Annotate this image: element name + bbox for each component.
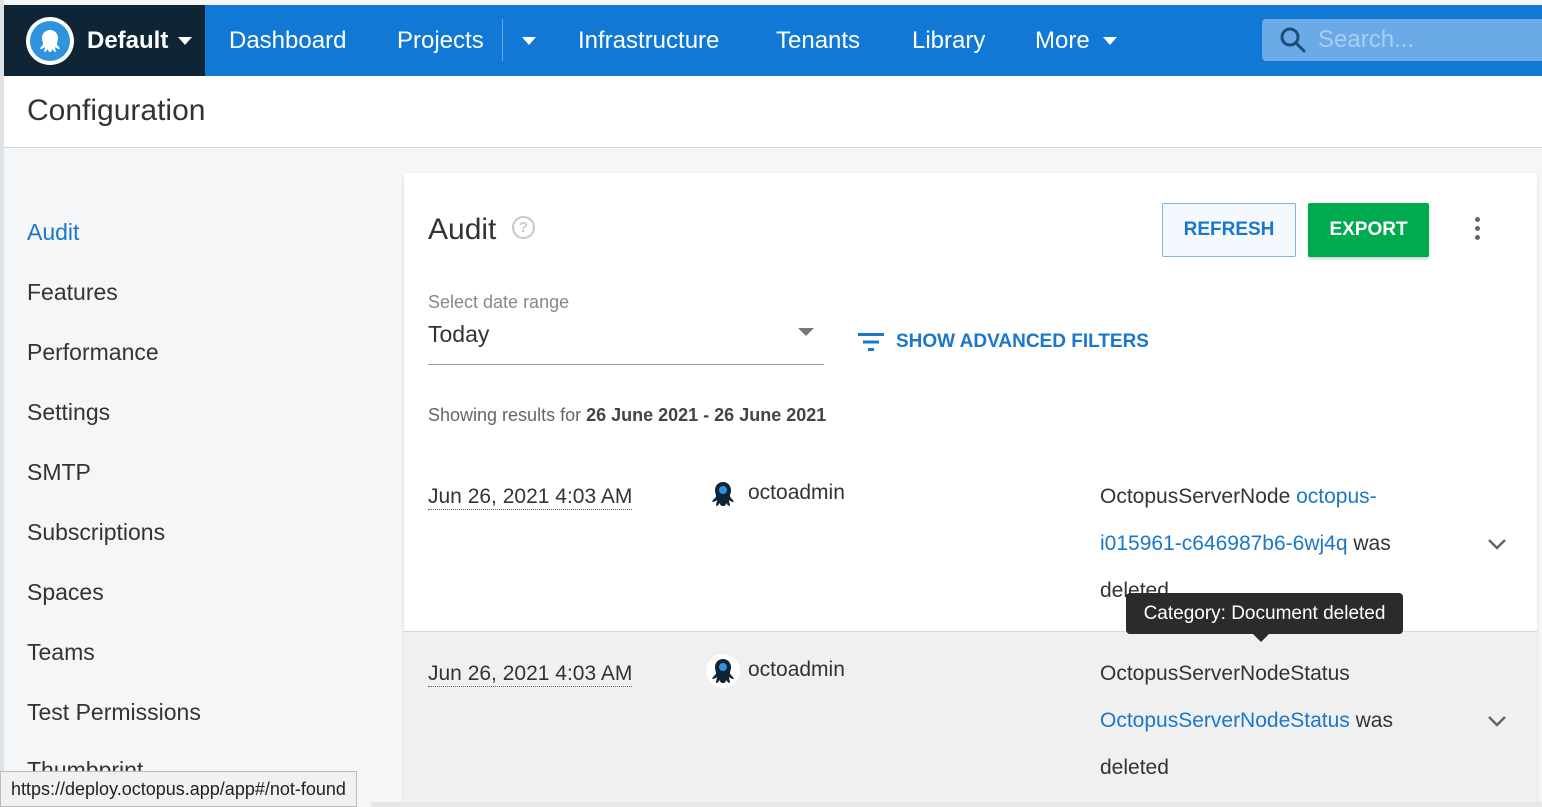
- audit-message-prefix: OctopusServerNode: [1100, 485, 1291, 508]
- chevron-down-icon: [178, 36, 193, 45]
- bottom-scroll-edge: [371, 802, 1542, 807]
- audit-user[interactable]: octoadmin: [748, 481, 845, 505]
- top-navigation-bar: Default Dashboard Projects Infrastructur…: [4, 5, 1542, 76]
- audit-date: Jun 26, 2021 4:03 AM: [428, 662, 633, 687]
- audit-message-prefix: OctopusServerNodeStatus: [1100, 662, 1350, 685]
- audit-date: Jun 26, 2021 4:03 AM: [428, 485, 633, 510]
- sidebar-item-features[interactable]: Features: [27, 279, 118, 306]
- nav-projects[interactable]: Projects: [397, 5, 484, 76]
- sidebar-item-performance[interactable]: Performance: [27, 339, 159, 366]
- nav-tenants[interactable]: Tenants: [776, 5, 860, 76]
- category-tooltip: Category: Document deleted: [1126, 593, 1403, 642]
- user-avatar-icon: [706, 477, 740, 511]
- dropdown-arrow-icon: [798, 328, 814, 336]
- browser-status-url: https://deploy.octopus.app/app#/not-foun…: [0, 771, 357, 807]
- date-range-value: Today: [428, 321, 490, 347]
- audit-card: Audit ? REFRESH EXPORT Select date range…: [404, 173, 1537, 807]
- date-range-label: Select date range: [428, 292, 570, 312]
- refresh-button[interactable]: REFRESH: [1162, 203, 1296, 257]
- projects-dropdown-icon[interactable]: [522, 37, 536, 45]
- audit-message: OctopusServerNodeStatus OctopusServerNod…: [1100, 650, 1430, 791]
- nav-infrastructure[interactable]: Infrastructure: [578, 5, 719, 76]
- audit-title: Audit: [428, 213, 497, 246]
- nav-more[interactable]: More: [1035, 5, 1090, 76]
- sidebar-item-spaces[interactable]: Spaces: [27, 579, 104, 606]
- nav-dashboard[interactable]: Dashboard: [229, 5, 346, 76]
- search-input[interactable]: Search...: [1262, 19, 1542, 61]
- audit-row[interactable]: Jun 26, 2021 4:03 AM octoadmin OctopusSe…: [404, 631, 1537, 807]
- results-date-range: 26 June 2021 - 26 June 2021: [586, 405, 827, 425]
- octopus-logo-icon: [26, 16, 74, 65]
- space-name: Default: [87, 26, 169, 54]
- sidebar-item-test-permissions[interactable]: Test Permissions: [27, 699, 201, 726]
- page-header: Configuration: [4, 76, 1542, 148]
- more-dropdown-icon[interactable]: [1103, 37, 1117, 45]
- export-button[interactable]: EXPORT: [1308, 203, 1429, 257]
- sidebar-item-settings[interactable]: Settings: [27, 399, 110, 426]
- sidebar-item-teams[interactable]: Teams: [27, 639, 95, 666]
- help-icon[interactable]: ?: [512, 216, 535, 239]
- sidebar-item-audit[interactable]: Audit: [27, 219, 79, 246]
- audit-message-link[interactable]: OctopusServerNodeStatus: [1100, 709, 1350, 732]
- user-avatar-icon: [706, 654, 740, 688]
- date-range-select[interactable]: Today: [428, 321, 824, 365]
- filter-icon: [858, 333, 884, 351]
- nav-library[interactable]: Library: [912, 5, 985, 76]
- show-advanced-filters-button[interactable]: SHOW ADVANCED FILTERS: [858, 331, 1149, 353]
- expand-chevron-icon[interactable]: [1486, 710, 1508, 732]
- results-summary: Showing results for 26 June 2021 - 26 Ju…: [428, 405, 826, 426]
- sidebar-item-subscriptions[interactable]: Subscriptions: [27, 519, 165, 546]
- nav-divider: [502, 19, 503, 61]
- page-title: Configuration: [27, 94, 206, 127]
- expand-chevron-icon[interactable]: [1486, 533, 1508, 555]
- search-placeholder: Search...: [1318, 26, 1415, 53]
- audit-user[interactable]: octoadmin: [748, 658, 845, 682]
- sidebar-item-smtp[interactable]: SMTP: [27, 459, 91, 486]
- results-summary-prefix: Showing results for: [428, 405, 582, 425]
- advanced-filters-label: SHOW ADVANCED FILTERS: [896, 331, 1149, 352]
- space-switcher[interactable]: Default: [4, 5, 205, 76]
- more-options-icon[interactable]: [1470, 217, 1484, 245]
- search-icon: [1280, 27, 1306, 53]
